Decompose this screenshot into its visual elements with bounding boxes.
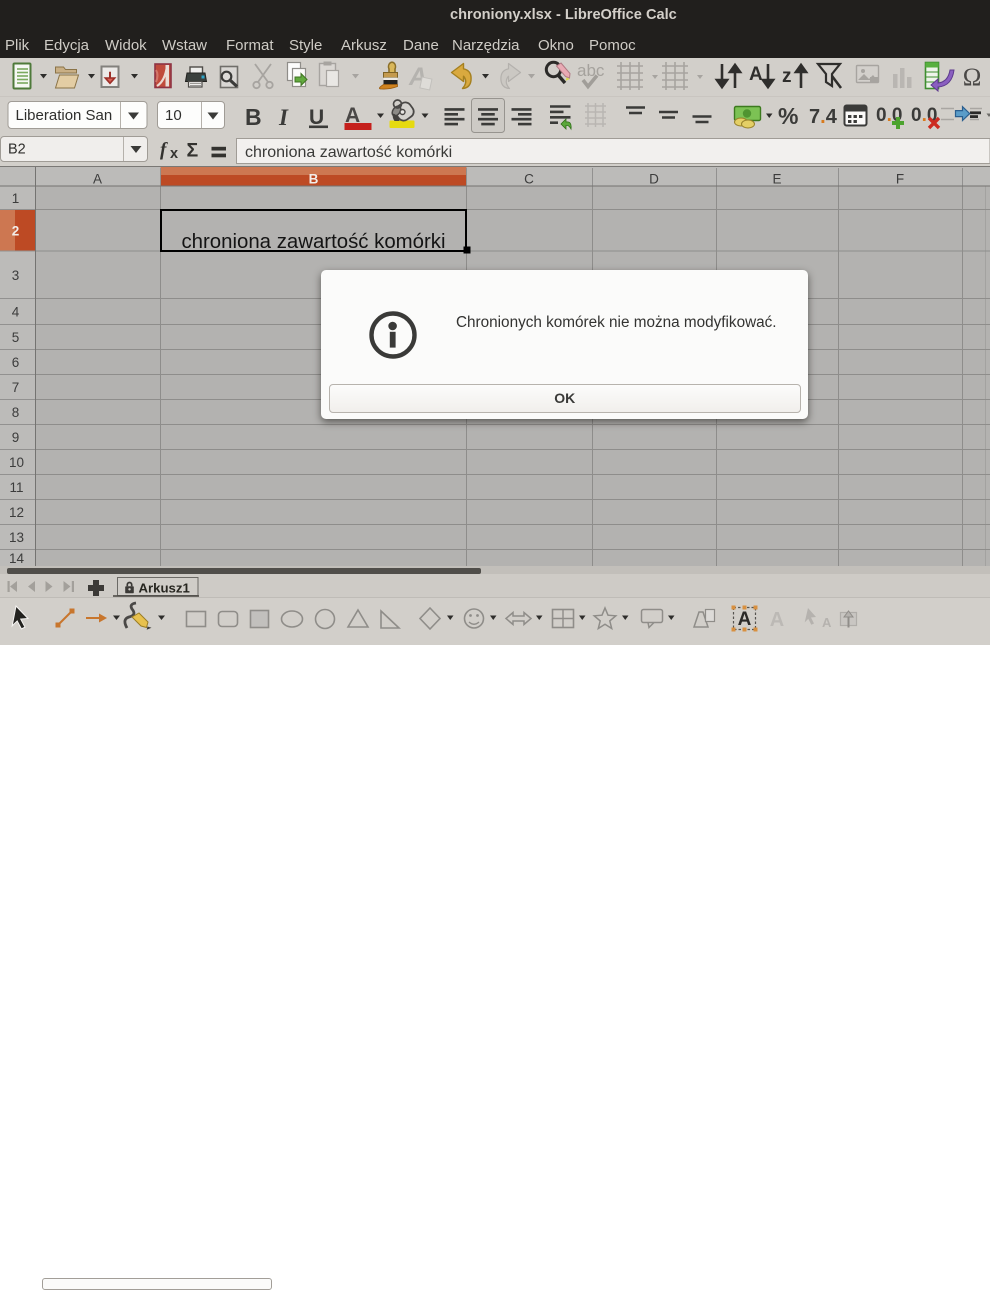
svg-text:E: E	[772, 171, 781, 186]
svg-text:B: B	[245, 104, 262, 130]
svg-text:Ω: Ω	[963, 64, 982, 91]
svg-text:2: 2	[12, 224, 20, 239]
svg-text:B: B	[309, 171, 319, 186]
svg-text:10: 10	[165, 107, 182, 124]
svg-text:6: 6	[12, 355, 20, 370]
svg-text:chroniona zawartość komórki: chroniona zawartość komórki	[245, 144, 452, 161]
svg-text:A: A	[738, 609, 752, 630]
svg-text:7.4: 7.4	[809, 106, 838, 128]
svg-text:14: 14	[9, 551, 25, 566]
svg-text:7: 7	[12, 380, 20, 395]
svg-text:I: I	[278, 105, 289, 130]
svg-text:A: A	[93, 171, 102, 186]
svg-text:9: 9	[12, 430, 20, 445]
svg-text:Liberation San: Liberation San	[16, 107, 113, 124]
svg-text:C: C	[524, 171, 534, 186]
svg-text:12: 12	[9, 505, 24, 520]
svg-text:A: A	[749, 64, 763, 85]
svg-text:8: 8	[12, 405, 20, 420]
svg-text:3: 3	[12, 268, 20, 283]
svg-text:f: f	[160, 140, 168, 161]
svg-text:4: 4	[12, 305, 20, 320]
svg-text:x: x	[170, 146, 178, 162]
svg-text:10: 10	[9, 455, 24, 470]
svg-text:Σ: Σ	[187, 140, 199, 162]
svg-text:5: 5	[12, 330, 20, 345]
svg-text:A: A	[770, 609, 784, 631]
svg-text:F: F	[896, 171, 904, 186]
svg-text:abc: abc	[577, 61, 605, 80]
svg-text:A: A	[822, 615, 832, 630]
svg-text:D: D	[649, 171, 659, 186]
svg-text:chroniona zawartość komórki: chroniona zawartość komórki	[181, 231, 445, 253]
svg-text:%: %	[778, 103, 798, 129]
svg-text:z: z	[782, 66, 792, 87]
svg-text:1: 1	[12, 191, 20, 206]
svg-text:B2: B2	[8, 142, 26, 158]
svg-text:11: 11	[9, 480, 23, 495]
svg-text:Arkusz1: Arkusz1	[139, 581, 190, 596]
svg-text:13: 13	[9, 530, 24, 545]
